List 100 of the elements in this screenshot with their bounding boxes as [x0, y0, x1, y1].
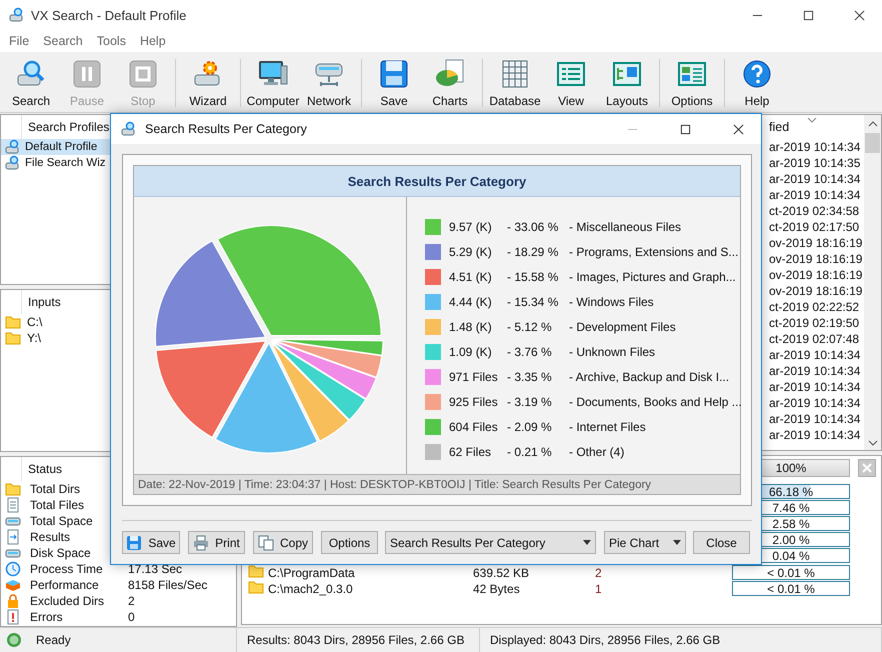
pause-icon [71, 58, 103, 90]
table-cell: ar-2019 10:14:34 [769, 188, 859, 202]
toolbar-button[interactable]: Computer [245, 58, 301, 108]
printer-icon [193, 534, 210, 550]
percent-text: < 0.01 % [766, 566, 816, 580]
toolbar-button[interactable]: Network [301, 58, 357, 108]
table-cell: ar-2019 10:14:34 [769, 380, 859, 394]
percent-text: 7.46 % [771, 500, 811, 514]
legend-label: - Archive, Backup and Disk I... [569, 370, 730, 384]
legend-percent: - 33.06 % [507, 220, 560, 234]
legend-count: 4.44 (K) [449, 294, 493, 308]
drive-magnifier-icon [121, 121, 137, 137]
panel-header: Search Profiles [28, 120, 110, 134]
toolbar-button[interactable]: Charts [422, 58, 478, 108]
scroll-thumb[interactable] [865, 133, 880, 153]
panel-header: Status [28, 462, 62, 476]
drive-magnifier-icon [5, 139, 21, 155]
scroll-up-icon[interactable] [868, 121, 878, 127]
percent-text: 2.58 % [771, 516, 811, 530]
toolbar-button[interactable]: Database [487, 58, 543, 108]
table-cell: ar-2019 10:14:34 [769, 412, 859, 426]
legend-label: - Images, Pictures and Graph... [569, 270, 736, 284]
status-label: Performance [30, 578, 100, 592]
progress-text: 100% [774, 460, 808, 476]
close-icon [862, 463, 872, 473]
caret-icon [673, 540, 681, 545]
table-cell: ar-2019 10:14:34 [769, 348, 859, 362]
legend-label: - Documents, Books and Help ... [569, 394, 742, 408]
dialog-button[interactable]: Print [188, 531, 245, 554]
status-label: Errors [30, 610, 64, 624]
dialog-button[interactable]: Save [122, 531, 180, 554]
toolbar-button[interactable]: Options [664, 58, 720, 108]
drive-magnifier-icon [9, 7, 25, 23]
menu-item[interactable]: Help [132, 34, 173, 48]
percent-text: < 0.01 % [766, 582, 816, 596]
window-title: VX Search - Default Profile [31, 8, 186, 22]
status-value: 17.13 Sec [128, 562, 182, 576]
menu-item[interactable]: Tools [90, 34, 133, 48]
percent-text: 66.18 % [768, 484, 814, 498]
dialog-title: Search Results Per Category [145, 122, 307, 136]
legend-count: 1.09 (K) [449, 344, 493, 358]
input-path: Y:\ [27, 331, 42, 345]
dialog-button[interactable]: Copy [253, 531, 313, 554]
lock-icon [5, 593, 21, 609]
toolbar-button[interactable]: Search [3, 58, 59, 108]
status-value: 0 [128, 610, 135, 624]
table-cell: ct-2019 02:17:50 [769, 220, 859, 234]
status-label: Results [30, 530, 72, 544]
box-icon [5, 577, 21, 593]
status-label: Process Time [30, 562, 104, 576]
status-label: Total Files [30, 498, 86, 512]
toolbar-button[interactable]: Save [366, 58, 422, 108]
file-count: 1 [595, 582, 602, 596]
column-header[interactable]: fied [769, 120, 859, 134]
legend-percent: - 2.09 % [507, 420, 553, 434]
legend-count: 1.48 (K) [449, 320, 493, 334]
legend-percent: - 0.21 % [507, 444, 553, 458]
legend-percent: - 15.58 % [507, 270, 560, 284]
legend-label: - Miscellaneous Files [569, 220, 682, 234]
legend-count: 5.29 (K) [449, 244, 493, 258]
status-label: Disk Space [30, 546, 92, 560]
scroll-down-icon[interactable] [868, 440, 878, 446]
legend-label: - Windows Files [569, 294, 654, 308]
menu-item[interactable]: File [2, 34, 36, 48]
legend-percent: - 5.12 % [507, 320, 553, 334]
status-light-icon [6, 632, 22, 648]
table-cell: ct-2019 02:22:52 [769, 300, 859, 314]
toolbar-button[interactable]: Wizard [180, 58, 236, 108]
chart-footer: Date: 22-Nov-2019 | Time: 23:04:37 | Host: DESKTOP-KBT0OIJ | Title: Search Results Per Category [134, 474, 740, 494]
table-cell: ar-2019 10:14:34 [769, 140, 859, 154]
toolbar-button[interactable]: View [543, 58, 599, 108]
toolbar-button[interactable]: Help [729, 58, 785, 108]
legend-percent: - 3.35 % [507, 370, 553, 384]
dropdown[interactable]: Search Results Per Category [385, 531, 596, 554]
folder-icon [5, 314, 21, 330]
legend-percent: - 3.19 % [507, 394, 553, 408]
status-text: Displayed: 8043 Dirs, 28956 Files, 2.66 GB [490, 633, 720, 647]
table-cell: ar-2019 10:14:34 [769, 172, 859, 186]
legend-label: - Other (4) [569, 444, 624, 458]
scrollbar[interactable] [864, 115, 881, 450]
table-cell: ct-2019 02:19:50 [769, 316, 859, 330]
folder-icon [248, 579, 264, 595]
dialog-button[interactable]: Close [693, 531, 750, 554]
folder-icon [5, 330, 21, 346]
table-cell: ar-2019 10:14:34 [769, 428, 859, 442]
legend-count: 971 Files [449, 370, 499, 384]
dropdown[interactable]: Pie Chart [604, 531, 686, 554]
legend-count: 925 Files [449, 394, 499, 408]
legend-count: 604 Files [449, 420, 499, 434]
toolbar-button[interactable]: Layouts [599, 58, 655, 108]
status-label: Total Space [30, 514, 94, 528]
status-value: 8158 Files/Sec [128, 578, 208, 592]
table-cell: ar-2019 10:14:35 [769, 156, 859, 170]
status-text: Results: 8043 Dirs, 28956 Files, 2.66 GB [247, 633, 464, 647]
status-value: 2 [128, 594, 135, 608]
folder-name: C:\mach2_0.3.0 [268, 582, 353, 596]
clock-icon [5, 561, 21, 577]
menu-item[interactable]: Search [36, 34, 90, 48]
dialog-button[interactable]: Options [321, 531, 378, 554]
panel-header: Inputs [28, 295, 61, 309]
